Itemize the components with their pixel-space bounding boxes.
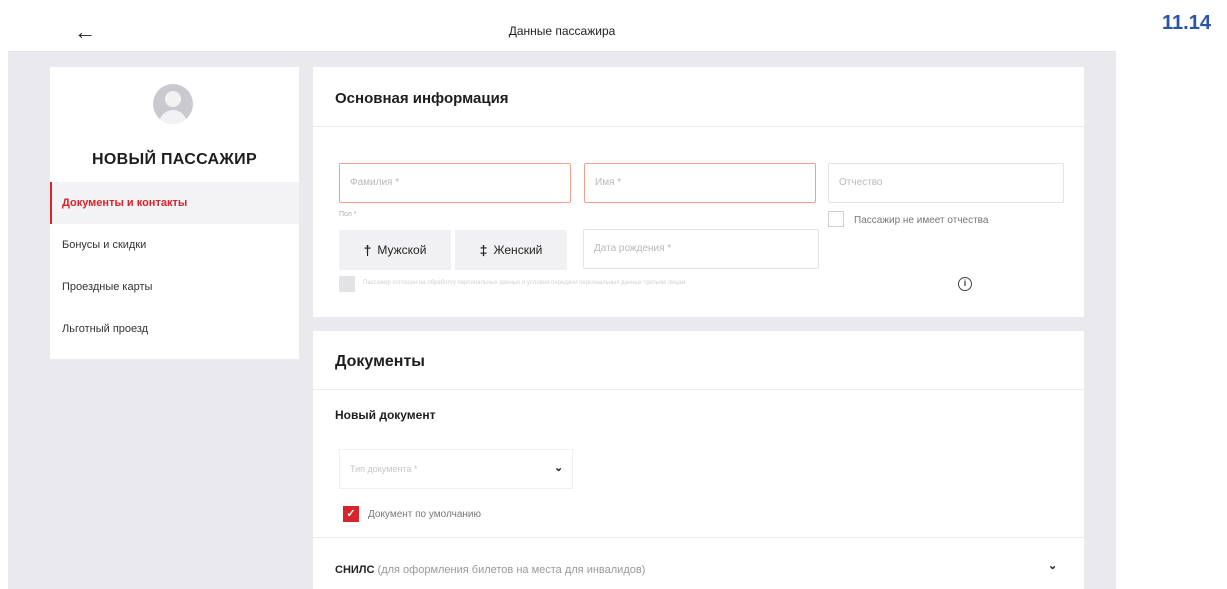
sidebar-menu: Документы и контакты Бонусы и скидки Про…	[50, 182, 299, 350]
sidebar-item-bonuses[interactable]: Бонусы и скидки	[50, 224, 299, 266]
basic-info-card: Основная информация Фамилия * Имя * Отче…	[313, 67, 1084, 317]
no-patronymic-label: Пассажир не имеет отчества	[854, 215, 989, 226]
divider	[313, 126, 1084, 127]
sidebar-item-documents[interactable]: Документы и контакты	[50, 182, 299, 224]
app-screen: ← Данные пассажира НОВЫЙ ПАССАЖИР Докуме…	[8, 14, 1116, 589]
document-type-placeholder: Тип документа *	[350, 464, 418, 474]
sidebar: НОВЫЙ ПАССАЖИР Документы и контакты Бону…	[50, 67, 299, 359]
female-label: Женский	[493, 243, 543, 257]
sidebar-item-benefits[interactable]: Льготный проезд	[50, 308, 299, 350]
birthdate-placeholder: Дата рождения *	[594, 243, 672, 254]
passenger-title: НОВЫЙ ПАССАЖИР	[92, 151, 257, 168]
surname-placeholder: Фамилия *	[350, 177, 400, 188]
page-title: Данные пассажира	[508, 24, 616, 38]
divider	[313, 389, 1084, 390]
top-bar: ← Данные пассажира	[8, 14, 1116, 52]
consent-checkbox[interactable]	[339, 276, 355, 292]
gender-label: Пол *	[339, 211, 357, 218]
chevron-down-icon: ⌄	[554, 462, 564, 474]
surname-field[interactable]: Фамилия *	[339, 163, 571, 203]
gender-female-button[interactable]: ‡ Женский	[455, 230, 567, 270]
female-icon: ‡	[479, 242, 488, 258]
gender-male-button[interactable]: † Мужской	[339, 230, 451, 270]
user-avatar-icon	[153, 84, 193, 124]
chevron-down-icon[interactable]: ⌄	[1048, 559, 1057, 572]
male-icon: †	[363, 242, 372, 258]
consent-text: Пассажир согласен на обработку персональ…	[363, 280, 686, 286]
no-patronymic-checkbox[interactable]	[828, 211, 844, 227]
snils-label: СНИЛС	[335, 564, 375, 576]
male-label: Мужской	[377, 243, 427, 257]
name-placeholder: Имя *	[595, 177, 622, 188]
divider	[313, 537, 1084, 538]
info-icon[interactable]: i	[958, 277, 972, 291]
page-number: 11.14	[1162, 12, 1211, 34]
default-document-checkbox[interactable]: ✓	[343, 506, 359, 522]
new-document-title: Новый документ	[335, 408, 436, 422]
default-document-label: Документ по умолчанию	[368, 509, 481, 520]
sidebar-item-travel-cards[interactable]: Проездные карты	[50, 266, 299, 308]
basic-info-title: Основная информация	[335, 90, 509, 107]
name-field[interactable]: Имя *	[584, 163, 816, 203]
patronymic-field[interactable]: Отчество	[828, 163, 1064, 203]
documents-card: Документы Новый документ Тип документа *…	[313, 331, 1084, 589]
document-type-select[interactable]: Тип документа * ⌄	[339, 449, 573, 489]
birthdate-field[interactable]: Дата рождения *	[583, 229, 819, 269]
patronymic-placeholder: Отчество	[839, 177, 883, 188]
snils-row[interactable]: СНИЛС (для оформления билетов на места д…	[335, 564, 645, 576]
documents-title: Документы	[335, 353, 425, 370]
snils-note: (для оформления билетов на места для инв…	[377, 564, 646, 576]
